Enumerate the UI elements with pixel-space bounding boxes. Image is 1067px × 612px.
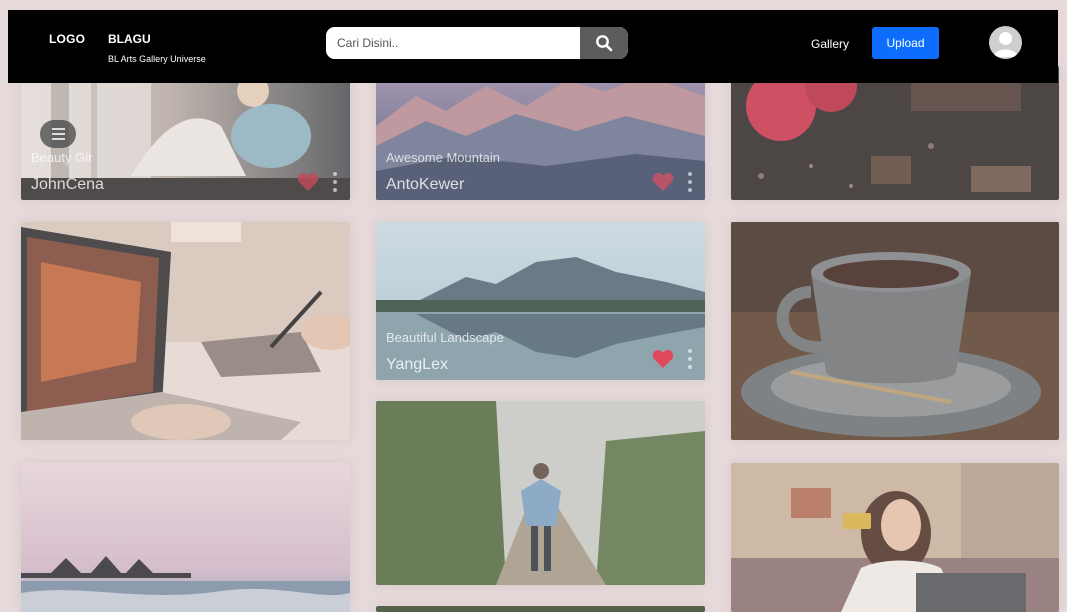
- hamburger-menu-icon[interactable]: [40, 120, 76, 148]
- card-title: Beauty Gir: [31, 150, 93, 165]
- heart-icon[interactable]: [652, 172, 674, 192]
- card-overlay: [731, 222, 1059, 440]
- user-avatar-icon[interactable]: [989, 26, 1022, 59]
- gallery-card[interactable]: Beautiful Landscape YangLex: [376, 222, 705, 380]
- gallery-card[interactable]: Awesome Mountain AntoKewer: [376, 66, 705, 200]
- card-overlay: [21, 463, 350, 612]
- card-author[interactable]: JohnCena: [31, 176, 104, 194]
- gallery-card[interactable]: [376, 401, 705, 585]
- search-icon: [596, 35, 613, 52]
- card-overlay: [731, 463, 1059, 612]
- logo[interactable]: LOGO: [49, 32, 85, 46]
- nav-link-gallery[interactable]: Gallery: [811, 37, 849, 51]
- search-input[interactable]: [326, 27, 580, 59]
- gallery-card[interactable]: [376, 606, 705, 612]
- card-overlay: [376, 401, 705, 585]
- card-image: [376, 606, 705, 612]
- gallery-card[interactable]: [21, 463, 350, 612]
- gallery-card[interactable]: [731, 66, 1059, 200]
- top-navbar: LOGO BLAGU BL Arts Gallery Universe Gall…: [8, 10, 1058, 83]
- upload-button[interactable]: Upload: [872, 27, 939, 59]
- card-title: Awesome Mountain: [386, 150, 500, 165]
- kebab-menu-icon[interactable]: [688, 349, 694, 369]
- brand-title[interactable]: BLAGU: [108, 32, 151, 46]
- gallery-card[interactable]: [731, 222, 1059, 440]
- card-overlay: [731, 66, 1059, 200]
- kebab-menu-icon[interactable]: [688, 172, 694, 192]
- heart-icon[interactable]: [297, 172, 319, 192]
- card-title: Beautiful Landscape: [386, 330, 504, 345]
- gallery-card[interactable]: [21, 222, 350, 440]
- heart-icon[interactable]: [652, 349, 674, 369]
- search-bar: [326, 27, 628, 59]
- kebab-menu-icon[interactable]: [333, 172, 339, 192]
- card-author[interactable]: YangLex: [386, 356, 448, 374]
- card-author[interactable]: AntoKewer: [386, 176, 464, 194]
- brand-subtitle: BL Arts Gallery Universe: [108, 54, 206, 64]
- gallery-card[interactable]: [731, 463, 1059, 612]
- search-button[interactable]: [580, 27, 628, 59]
- card-overlay: [21, 222, 350, 440]
